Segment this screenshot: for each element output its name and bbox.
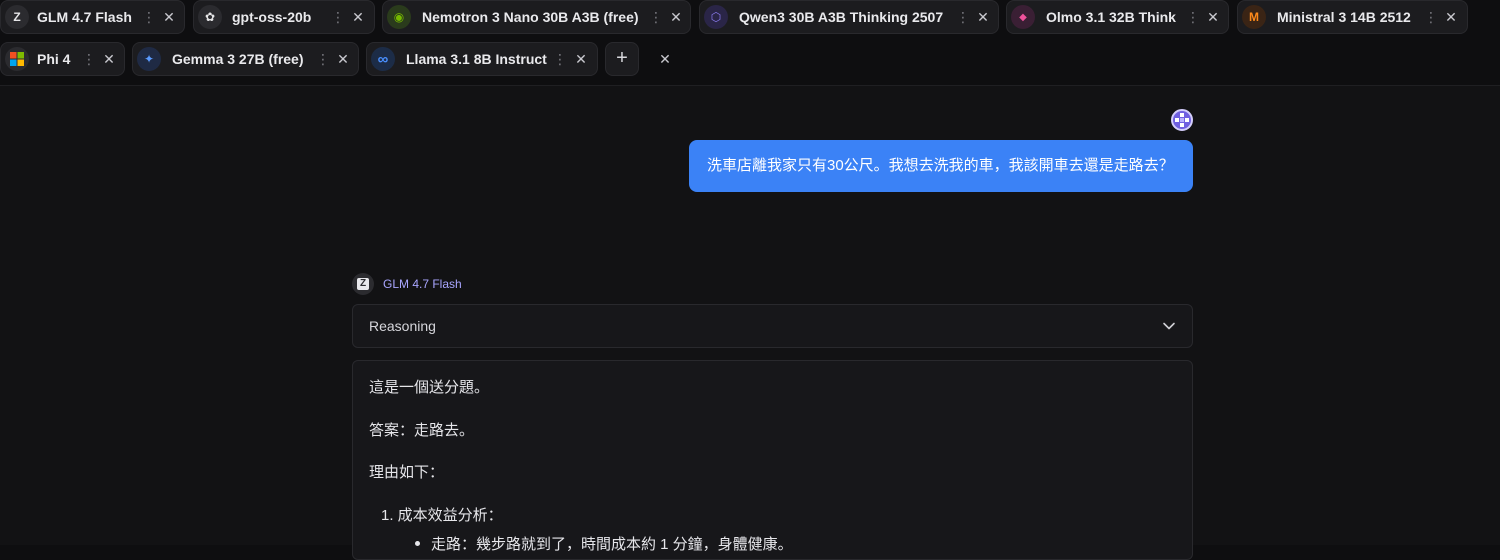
tab-label: Olmo 3.1 32B Think [1046, 9, 1176, 25]
close-icon[interactable]: ✕ [102, 50, 116, 68]
close-icon[interactable]: ✕ [1206, 8, 1220, 26]
tab-gpt-oss-20b[interactable]: ✿ gpt-oss-20b ⋮ ✕ [193, 0, 375, 34]
response-paragraph: 這是一個送分題。 [369, 379, 490, 396]
tab-label: Nemotron 3 Nano 30B A3B (free) [422, 9, 639, 25]
add-tab-button[interactable]: + [605, 42, 639, 76]
windows-squares-icon [10, 52, 24, 66]
microsoft-windows-logo-icon [5, 47, 29, 71]
response-model-name: GLM 4.7 Flash [383, 277, 462, 291]
olmo-diamond-logo-icon: ◆ [1011, 5, 1035, 29]
tab-qwen3-30b[interactable]: ⬡ Qwen3 30B A3B Thinking 2507 ⋮ ✕ [699, 0, 999, 34]
reasoning-toggle[interactable]: Reasoning [352, 304, 1193, 348]
more-options-icon[interactable]: ⋮ [1186, 8, 1200, 26]
close-icon[interactable]: ✕ [336, 50, 350, 68]
tab-label: Ministral 3 14B 2512 [1277, 9, 1411, 25]
meta-infinity-logo-icon: ∞ [371, 47, 395, 71]
tab-olmo-3-1[interactable]: ◆ Olmo 3.1 32B Think ⋮ ✕ [1006, 0, 1229, 34]
tab-llama-3-1-8b[interactable]: ∞ Llama 3.1 8B Instruct ⋮ ✕ [366, 42, 598, 76]
tab-ministral-3[interactable]: M Ministral 3 14B 2512 ⋮ ✕ [1237, 0, 1468, 34]
close-all-icon[interactable]: ✕ [658, 50, 672, 68]
more-options-icon[interactable]: ⋮ [142, 8, 156, 26]
tab-label: GLM 4.7 Flash [37, 9, 132, 25]
more-options-icon[interactable]: ⋮ [649, 8, 663, 26]
chevron-down-icon [1163, 322, 1175, 330]
tab-gemma-3-27b[interactable]: ✦ Gemma 3 27B (free) ⋮ ✕ [132, 42, 359, 76]
tab-label: Qwen3 30B A3B Thinking 2507 [739, 9, 944, 25]
close-icon[interactable]: ✕ [976, 8, 990, 26]
tab-label: gpt-oss-20b [232, 9, 312, 25]
response-paragraph: 答案：走路去。 [369, 422, 475, 439]
more-options-icon[interactable]: ⋮ [956, 8, 970, 26]
more-options-icon[interactable]: ⋮ [82, 50, 96, 68]
more-options-icon[interactable]: ⋮ [553, 50, 567, 68]
more-options-icon[interactable]: ⋮ [316, 50, 330, 68]
more-options-icon[interactable]: ⋮ [1424, 8, 1438, 26]
response-content: 這是一個送分題。 答案：走路去。 理由如下： 1. 成本效益分析： 走路：幾步路… [352, 360, 1193, 560]
tab-nemotron-3-nano[interactable]: ◉ Nemotron 3 Nano 30B A3B (free) ⋮ ✕ [382, 0, 691, 34]
tab-label: Llama 3.1 8B Instruct [406, 51, 547, 67]
more-options-icon[interactable]: ⋮ [331, 8, 345, 26]
tab-label: Phi 4 [37, 51, 71, 67]
zhipu-z-logo-icon: Z [352, 273, 374, 295]
nvidia-eye-logo-icon: ◉ [387, 5, 411, 29]
close-icon[interactable]: ✕ [351, 8, 365, 26]
list-sub-item: 走路：幾步路就到了，時間成本約 1 分鐘，身體健康。 [431, 536, 793, 553]
close-icon[interactable]: ✕ [162, 8, 176, 26]
gemma-sparkle-logo-icon: ✦ [137, 47, 161, 71]
close-icon[interactable]: ✕ [669, 8, 683, 26]
zhipu-z-logo-icon: Z [5, 5, 29, 29]
qwen-hex-logo-icon: ⬡ [704, 5, 728, 29]
list-item: 1. 成本效益分析： [381, 507, 503, 524]
reasoning-label: Reasoning [369, 318, 436, 334]
tab-phi-4[interactable]: Phi 4 ⋮ ✕ [0, 42, 125, 76]
openai-knot-logo-icon: ✿ [198, 5, 222, 29]
bullet-dot [415, 541, 420, 546]
tab-glm-4-7-flash[interactable]: Z GLM 4.7 Flash ⋮ ✕ [0, 0, 185, 34]
close-icon[interactable]: ✕ [1444, 8, 1458, 26]
response-paragraph: 理由如下： [369, 464, 445, 481]
close-icon[interactable]: ✕ [574, 50, 588, 68]
user-avatar [1171, 109, 1193, 131]
user-pattern-icon [1175, 113, 1189, 127]
mistral-m-logo-icon: M [1242, 5, 1266, 29]
user-message-bubble: 洗車店離我家只有30公尺。我想去洗我的車，我該開車去還是走路去？ [689, 140, 1193, 192]
tab-label: Gemma 3 27B (free) [172, 51, 304, 67]
tab-bar: Z GLM 4.7 Flash ⋮ ✕ ✿ gpt-oss-20b ⋮ ✕ ◉ … [0, 0, 1500, 84]
